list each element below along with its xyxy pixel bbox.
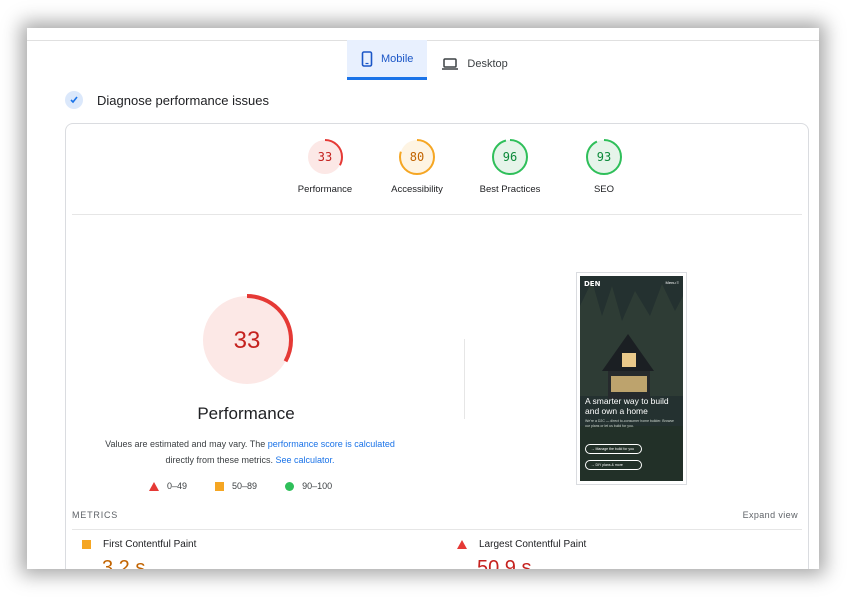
diagnose-title: Diagnose performance issues [97, 92, 269, 108]
score-calculated-link[interactable]: performance score is calculated [268, 439, 395, 449]
screenshot-image: DEN Menu ≡ A smarter way to build and ow… [580, 276, 683, 481]
metrics-divider [72, 529, 802, 530]
metrics-header: METRICS [72, 510, 119, 520]
performance-gauge-large: 33 [199, 292, 295, 393]
gauge-label: Accessibility [391, 184, 443, 195]
gauge-label: SEO [593, 184, 615, 195]
metric-fcp: First Contentful Paint [82, 539, 196, 550]
note-text: Values are estimated and may vary. The [105, 439, 268, 449]
large-gauge-ring: 33 [201, 294, 293, 386]
legend-poor: 0–49 [149, 481, 187, 491]
triangle-icon [457, 540, 467, 549]
metric-lcp: Largest Contentful Paint [457, 539, 586, 550]
note-text: directly from these metrics. [165, 455, 276, 465]
gauge-score: 96 [503, 150, 517, 164]
gauge-ring: 33 [307, 139, 343, 175]
square-icon [82, 540, 91, 549]
see-calculator-link[interactable]: See calculator. [275, 455, 334, 465]
device-tabs: Mobile Desktop [347, 40, 522, 90]
screenshot-menu: Menu ≡ [665, 280, 679, 285]
gauge-score: 33 [318, 150, 332, 164]
gauge-label: Best Practices [479, 184, 541, 195]
triangle-icon [149, 481, 159, 491]
legend-average: 50–89 [215, 481, 257, 491]
gauges-divider [72, 214, 802, 215]
tab-mobile[interactable]: Mobile [347, 40, 428, 80]
expand-view-button[interactable]: Expand view [743, 510, 798, 520]
square-icon [215, 481, 225, 491]
gauge-best-practices[interactable]: 96 Best Practices [465, 138, 555, 195]
page-screenshot-thumbnail[interactable]: DEN Menu ≡ A smarter way to build and ow… [576, 272, 687, 485]
browser-frame: Mobile Desktop Diagnose performance issu… [27, 28, 819, 569]
metric-label: Largest Contentful Paint [479, 539, 587, 550]
gauge-performance[interactable]: 33 Performance [280, 138, 370, 195]
metric-value: 50.9 s [477, 557, 532, 569]
report-card: 33 Performance 80 Accessibility 96 Best [65, 123, 809, 569]
metric-label: First Contentful Paint [103, 539, 197, 550]
phone-icon [361, 50, 373, 67]
large-score: 33 [234, 327, 261, 354]
gauge-label: Performance [297, 184, 353, 195]
gauge-seo[interactable]: 93 SEO [559, 138, 649, 195]
tab-desktop-label: Desktop [467, 57, 508, 70]
tab-desktop[interactable]: Desktop [427, 40, 521, 87]
screenshot-button-2: → DIY plans & more [585, 460, 642, 470]
diagnose-icon [65, 91, 83, 109]
gauge-accessibility[interactable]: 80 Accessibility [372, 138, 462, 195]
diagnose-header: Diagnose performance issues [65, 91, 269, 109]
gauge-score: 80 [410, 150, 424, 164]
legend-good: 90–100 [285, 481, 332, 491]
score-gauges: 33 Performance 80 Accessibility 96 Best [66, 138, 808, 208]
vertical-divider [464, 339, 465, 419]
screenshot-logo: DEN [584, 280, 601, 288]
performance-note: Values are estimated and may vary. The p… [90, 436, 410, 468]
screenshot-button-1: → Manage the build for you [585, 444, 642, 454]
screenshot-headline: A smarter way to build and own a home [585, 396, 669, 416]
gauge-ring: 96 [492, 139, 528, 175]
gauge-score: 93 [597, 150, 611, 164]
metric-value: 3.2 s [102, 557, 146, 569]
gauge-ring: 80 [399, 139, 435, 175]
gauge-ring: 93 [586, 139, 622, 175]
tab-mobile-label: Mobile [381, 52, 414, 65]
performance-title: Performance [197, 404, 295, 423]
circle-icon [285, 481, 295, 491]
score-legend: 0–49 50–89 90–100 [149, 481, 332, 491]
laptop-icon [441, 57, 459, 71]
screenshot-body: We're a D2C — direct to-consumer home bu… [585, 419, 674, 428]
